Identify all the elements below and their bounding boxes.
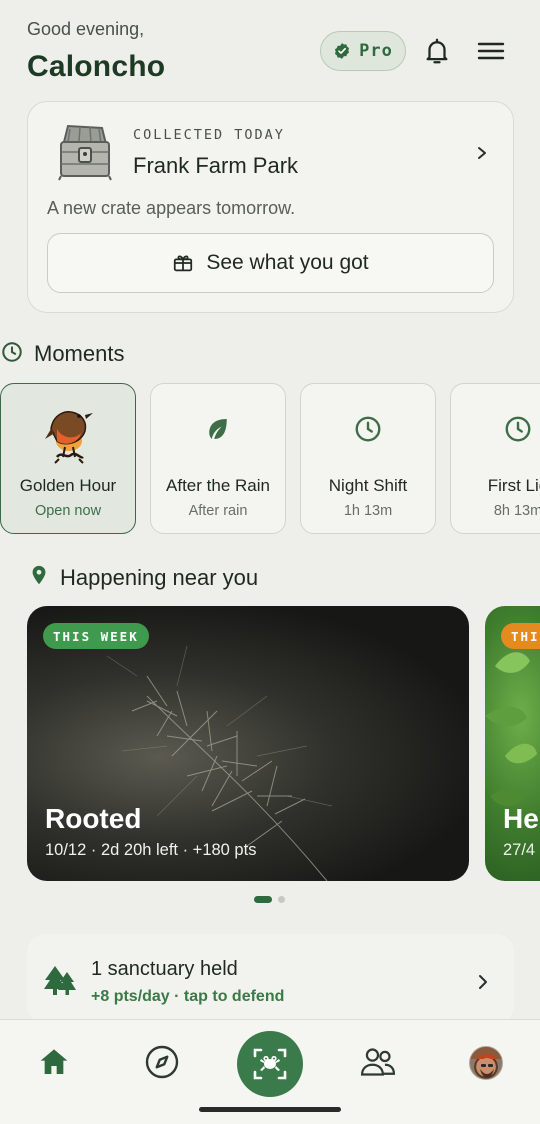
- greeting-text: Good evening,: [27, 19, 145, 39]
- moment-status: Open now: [34, 503, 102, 519]
- happening-near-title: Happening near you: [60, 565, 259, 590]
- location-pin-icon: [28, 563, 50, 585]
- pro-badge[interactable]: Pro: [320, 31, 406, 71]
- bell-icon[interactable]: [422, 36, 452, 66]
- username: Caloncho: [27, 50, 166, 83]
- event-title: Rooted: [45, 803, 142, 834]
- chevron-right-icon: [476, 971, 490, 993]
- moment-name: After the Rain: [166, 476, 270, 495]
- chevron-right-icon: [475, 142, 489, 164]
- gift-icon: [174, 255, 193, 272]
- home-icon[interactable]: [34, 1042, 74, 1082]
- moment-card-first-light[interactable]: First Lig 8h 13m: [450, 383, 540, 534]
- sanctuary-card[interactable]: 1 sanctuary held +8 pts/day · tap to def…: [27, 934, 514, 1024]
- daily-crate-card[interactable]: COLLECTED TODAY Frank Farm Park A new cr…: [27, 101, 514, 313]
- event-badge: THIS: [501, 623, 540, 649]
- moment-card-clip: First Lig 8h 13m: [450, 383, 540, 534]
- event-title: Her: [503, 803, 540, 834]
- carousel-page-indicator: [254, 896, 285, 903]
- compass-icon[interactable]: [142, 1042, 182, 1082]
- moment-card-golden-hour[interactable]: Golden Hour Open now: [0, 383, 136, 534]
- moment-status: 8h 13m: [493, 503, 540, 519]
- people-icon[interactable]: [358, 1042, 398, 1082]
- event-card-next[interactable]: THIS Her 27/4: [485, 606, 540, 881]
- sanctuary-title: 1 sanctuary held: [91, 958, 238, 980]
- crate-kicker: COLLECTED TODAY: [133, 127, 285, 143]
- bottom-navigation: [0, 1019, 540, 1124]
- event-card-clip: THIS Her 27/4: [485, 606, 540, 881]
- moment-status: 1h 13m: [343, 503, 393, 519]
- clock-icon: [1, 341, 23, 363]
- moment-name: First Lig: [487, 476, 540, 495]
- frog-scan-button[interactable]: [237, 1031, 303, 1097]
- moment-name: Night Shift: [328, 476, 408, 495]
- moment-card-after-the-rain[interactable]: After the Rain After rain: [150, 383, 286, 534]
- pro-label: Pro: [359, 41, 393, 61]
- crate-subtitle: A new crate appears tomorrow.: [47, 198, 296, 218]
- clock-icon: [503, 414, 533, 444]
- event-card-rooted[interactable]: THIS WEEK Rooted 10/12 · 2d 20h left · +…: [27, 606, 469, 881]
- moment-status: After rain: [188, 503, 248, 519]
- leaf-icon: [203, 414, 233, 444]
- clock-icon: [353, 414, 383, 444]
- page-dot-active: [254, 896, 272, 903]
- sanctuary-subtitle: +8 pts/day · tap to defend: [91, 988, 285, 1005]
- event-badge: THIS WEEK: [43, 623, 149, 649]
- see-what-you-got-label: See what you got: [206, 251, 369, 274]
- crate-location-title: Frank Farm Park: [133, 153, 299, 178]
- menu-icon[interactable]: [476, 38, 506, 64]
- home-indicator: [199, 1107, 341, 1112]
- event-meta: 27/4: [503, 841, 536, 859]
- treasure-chest-icon: [54, 120, 114, 184]
- profile-avatar[interactable]: [469, 1046, 503, 1080]
- page-dot: [278, 896, 285, 903]
- trees-icon: [43, 964, 77, 996]
- moment-name: Golden Hour: [19, 476, 117, 495]
- frog-scan-icon: [253, 1048, 287, 1080]
- moment-card-night-shift[interactable]: Night Shift 1h 13m: [300, 383, 436, 534]
- event-meta: 10/12 · 2d 20h left · +180 pts: [45, 841, 257, 859]
- verified-badge-icon: [335, 43, 350, 59]
- moments-section-title: Moments: [34, 341, 125, 366]
- see-what-you-got-button[interactable]: See what you got: [47, 233, 494, 293]
- robin-bird-icon: [43, 399, 95, 465]
